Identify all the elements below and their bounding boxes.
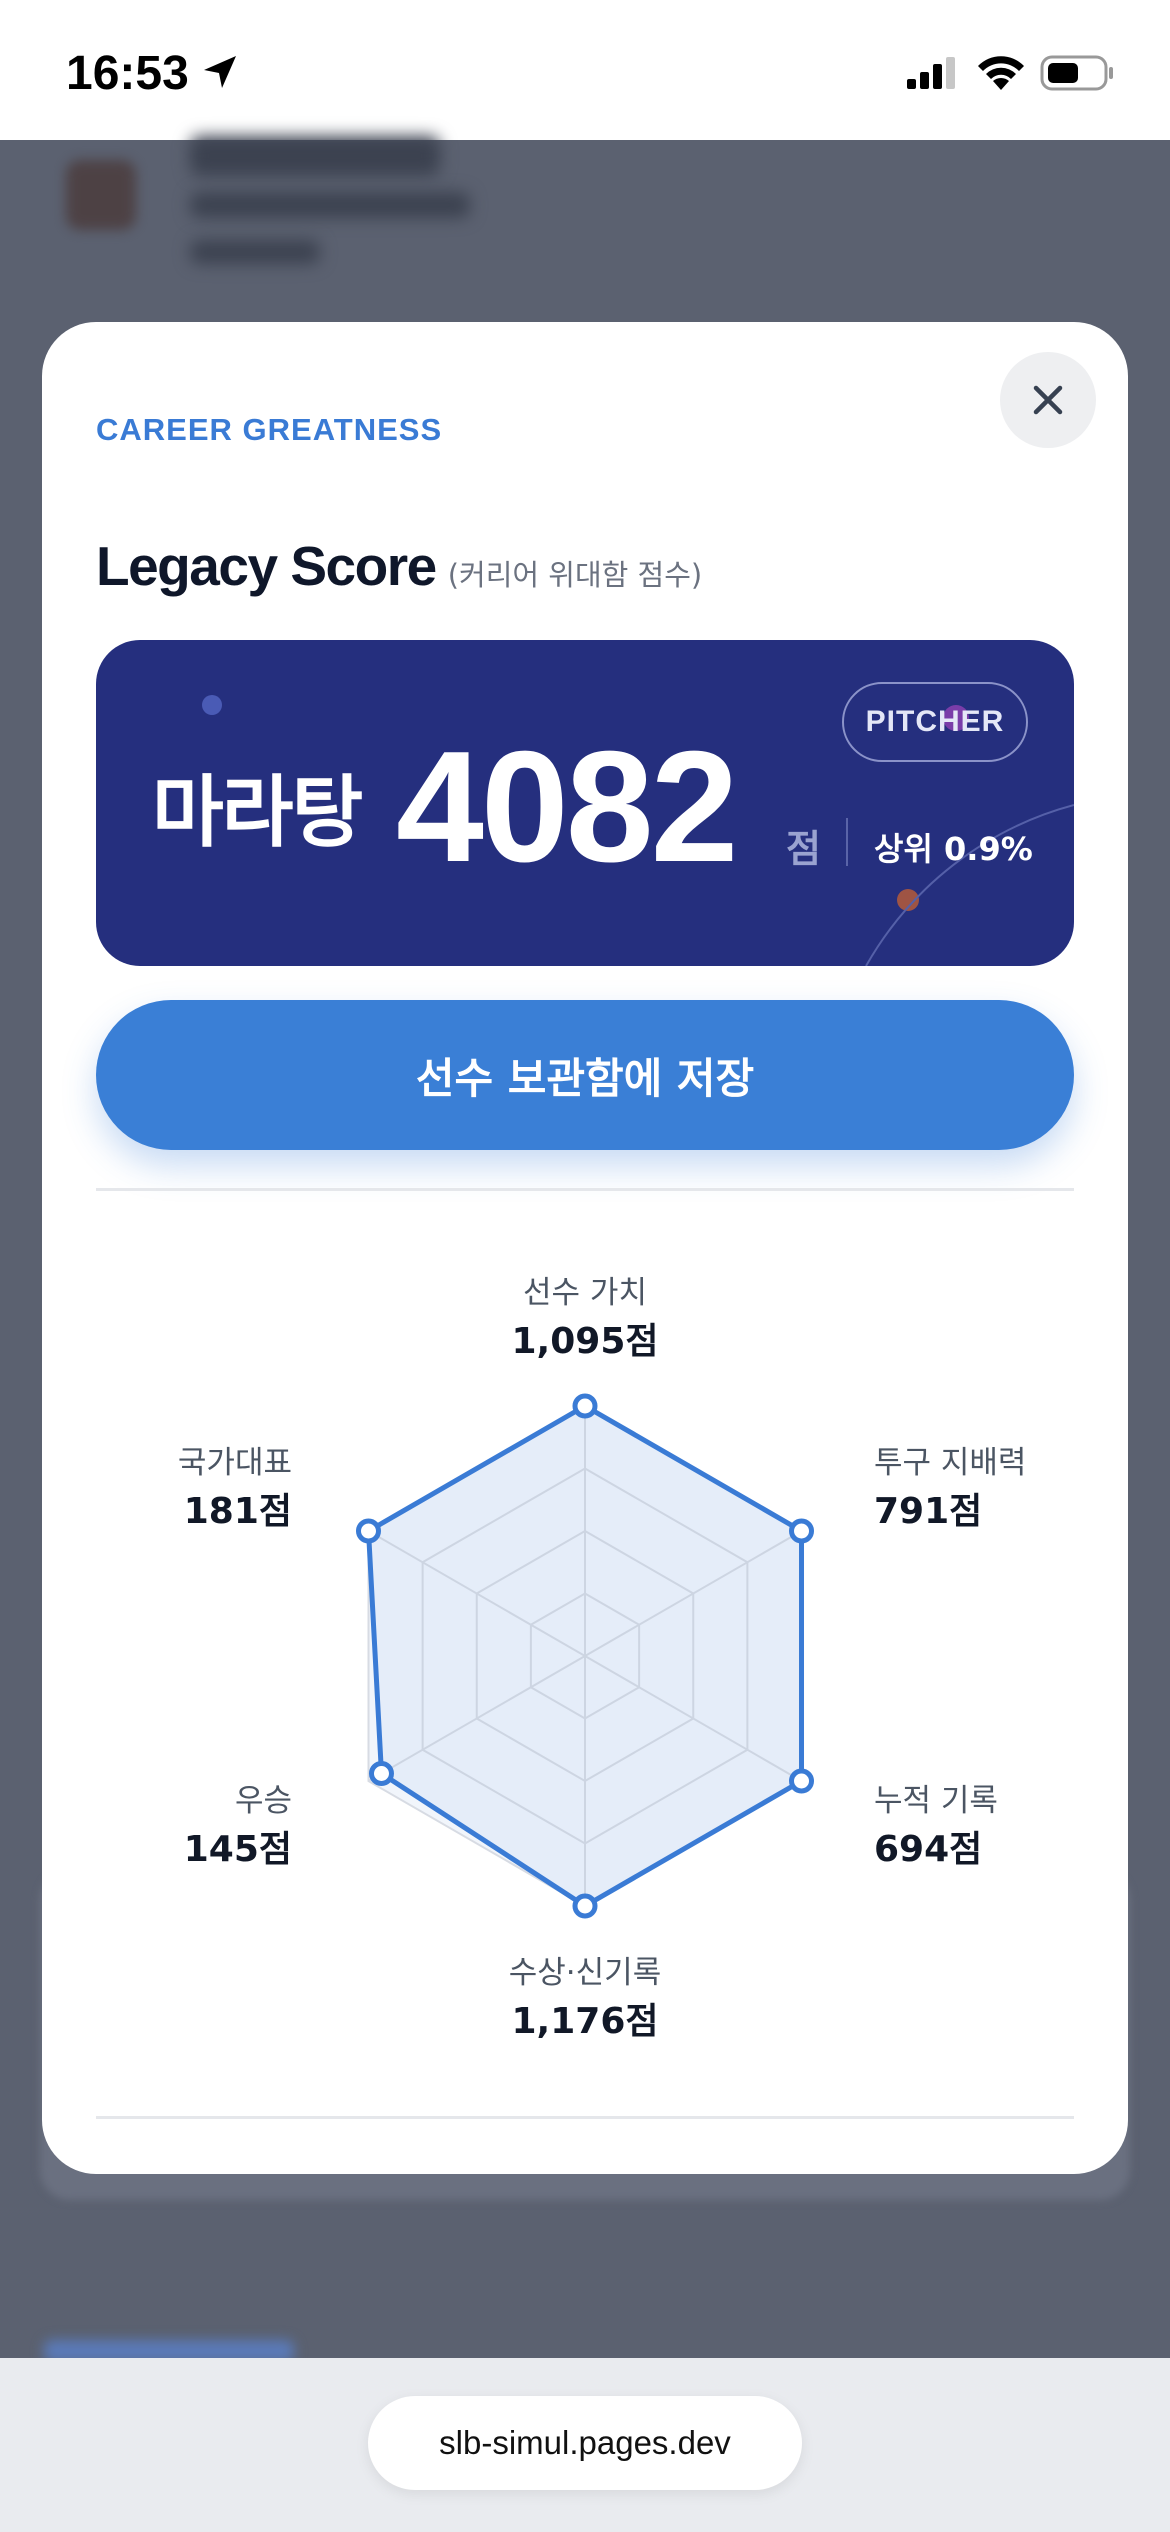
radar-data-area bbox=[365, 1403, 805, 1909]
score-card: 마라탕 4082 점 상위 0.9% PITCHER bbox=[96, 640, 1074, 966]
modal-title: Legacy Score bbox=[96, 535, 437, 597]
section-divider-bottom bbox=[96, 2116, 1074, 2119]
close-button[interactable] bbox=[1000, 352, 1096, 448]
score-divider bbox=[846, 818, 848, 866]
browser-toolbar: slb-simul.pages.dev bbox=[0, 2358, 1170, 2532]
axis-value: 1,095점 bbox=[511, 1321, 659, 1362]
radar-data-point bbox=[789, 1518, 815, 1544]
background-subtext bbox=[190, 192, 470, 218]
status-time: 16:53 bbox=[66, 47, 189, 100]
axis-value: 791점 bbox=[874, 1491, 983, 1532]
radar-axis-label: 누적 기록 694점 bbox=[874, 1775, 998, 1872]
player-name: 마라탕 bbox=[152, 768, 363, 858]
close-icon bbox=[1033, 385, 1063, 415]
axis-value: 694점 bbox=[874, 1829, 983, 1870]
wifi-icon bbox=[978, 56, 1024, 90]
axis-value: 145점 bbox=[183, 1829, 292, 1870]
radar-data-point bbox=[572, 1893, 598, 1919]
cellular-signal-icon bbox=[907, 57, 955, 89]
axis-value: 1,176점 bbox=[511, 2001, 659, 2042]
save-to-locker-button[interactable]: 선수 보관함에 저장 bbox=[96, 1000, 1074, 1150]
radar-data-point bbox=[368, 1761, 394, 1786]
eyebrow-label: CAREER GREATNESS bbox=[96, 412, 443, 447]
title-row: Legacy Score (커리어 위대함 점수) bbox=[96, 534, 702, 598]
radar-data-point bbox=[789, 1768, 815, 1794]
axis-name: 누적 기록 bbox=[874, 1783, 998, 1819]
radar-axis-label: 수상·신기록 1,176점 bbox=[485, 1947, 685, 2044]
save-button-label: 선수 보관함에 저장 bbox=[415, 1053, 755, 1103]
radar-axis-label: 투구 지배력 791점 bbox=[874, 1437, 1026, 1534]
axis-name: 투구 지배력 bbox=[874, 1445, 1027, 1481]
modal-subtitle: (커리어 위대함 점수) bbox=[447, 558, 703, 592]
legacy-score-value: 4082 bbox=[396, 719, 738, 895]
radar-data-point bbox=[572, 1393, 598, 1419]
battery-icon bbox=[1040, 55, 1113, 91]
position-badge: PITCHER bbox=[842, 682, 1028, 762]
status-bar: 16:53 bbox=[0, 0, 1170, 140]
axis-value: 181점 bbox=[183, 1491, 292, 1532]
background-caption bbox=[190, 240, 320, 264]
radar-axis-label: 국가대표 181점 bbox=[142, 1437, 292, 1534]
section-divider-top bbox=[96, 1188, 1074, 1191]
axis-name: 우승 bbox=[234, 1783, 292, 1819]
radar-axis-label: 선수 가치 1,095점 bbox=[485, 1267, 685, 1364]
background-avatar bbox=[66, 160, 136, 230]
axis-name: 국가대표 bbox=[177, 1445, 292, 1481]
radar-axis-label: 우승 145점 bbox=[142, 1775, 292, 1872]
axis-name: 수상·신기록 bbox=[508, 1955, 662, 1991]
rank-percentile: 상위 0.9% bbox=[874, 830, 1033, 868]
legacy-score-modal: CAREER GREATNESS Legacy Score (커리어 위대함 점… bbox=[42, 322, 1128, 2174]
radar-data-point bbox=[355, 1518, 381, 1544]
location-arrow-icon bbox=[204, 56, 236, 88]
score-unit: 점 bbox=[786, 827, 821, 871]
axis-name: 선수 가치 bbox=[523, 1275, 647, 1311]
url-bar[interactable]: slb-simul.pages.dev bbox=[368, 2396, 802, 2490]
background-heading bbox=[190, 136, 440, 176]
